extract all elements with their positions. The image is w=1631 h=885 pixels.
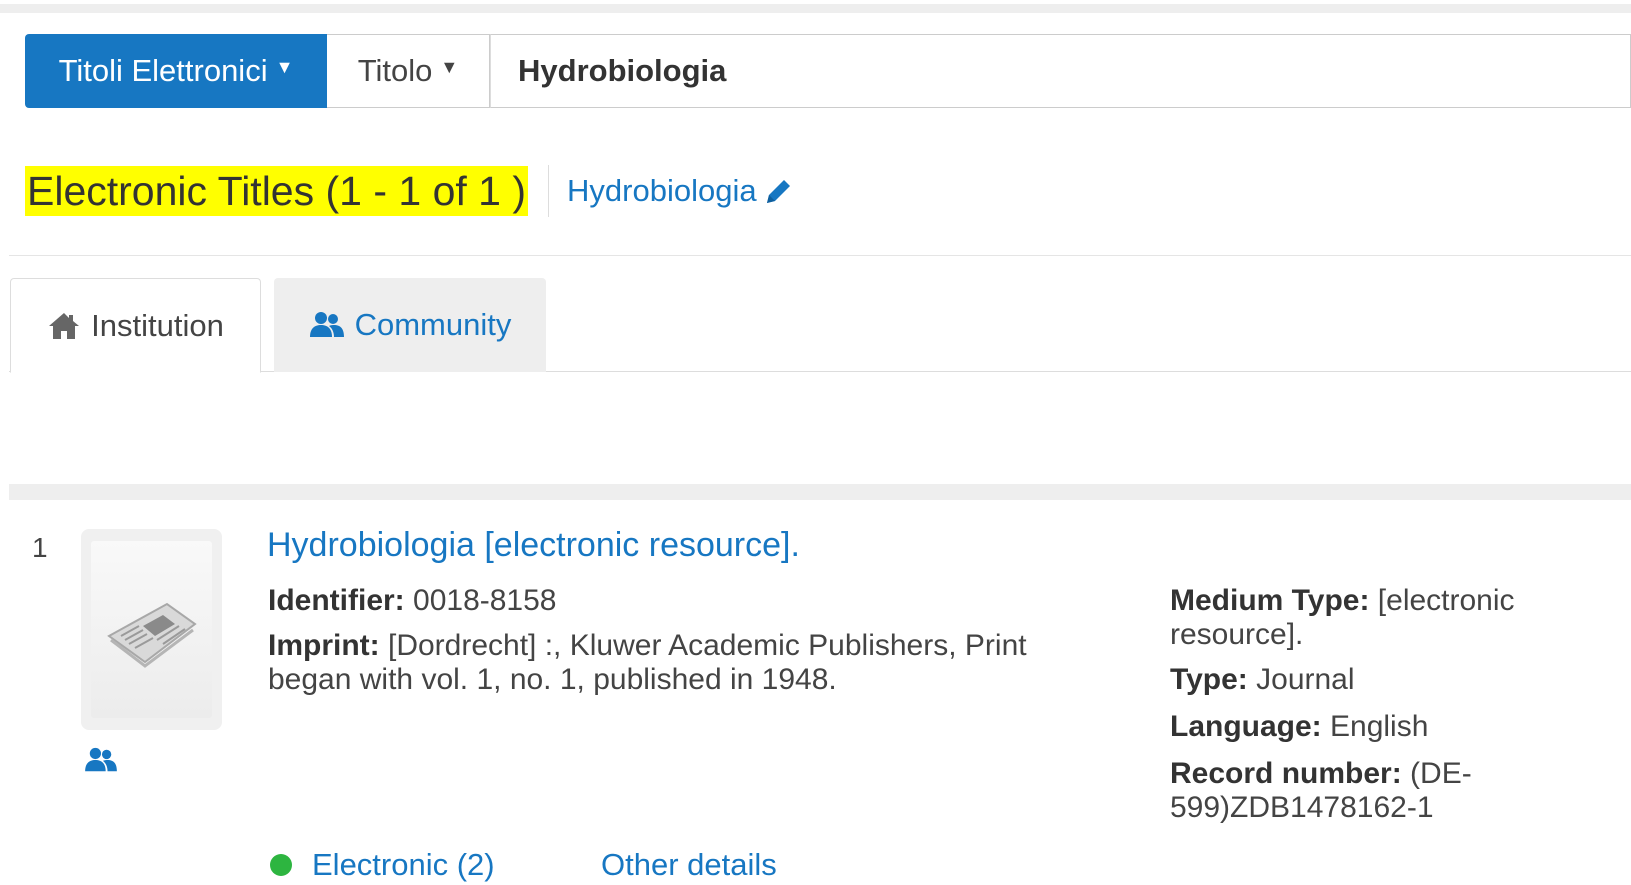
tab-community-label: Community (354, 307, 512, 342)
caret-down-icon: ▼ (275, 56, 294, 77)
search-input[interactable] (490, 34, 1631, 108)
electronic-availability-link[interactable]: Electronic (2) (312, 847, 495, 883)
record-number-label: Record number: (1170, 757, 1402, 790)
result-medium-type: Medium Type: [electronic resource]. (1170, 584, 1570, 652)
result-imprint: Imprint: [Dordrecht] :, Kluwer Academic … (268, 629, 1088, 697)
thumbnail-frame (91, 541, 212, 718)
results-title: Electronic Titles (1 - 1 of 1 ) (25, 166, 529, 216)
result-identifier: Identifier: 0018-8158 (268, 584, 1088, 618)
type-label: Type: (1170, 663, 1248, 696)
caret-down-icon: ▼ (440, 56, 459, 77)
header-divider (9, 255, 1631, 256)
availability: Electronic (2) (270, 847, 495, 883)
search-bar: Titoli Elettronici ▼ Titolo ▼ (25, 34, 1631, 108)
divider (548, 165, 550, 217)
medium-type-label: Medium Type: (1170, 584, 1370, 617)
search-scope-dropdown[interactable]: Titoli Elettronici ▼ (25, 34, 327, 108)
search-scope-label: Titoli Elettronici (58, 53, 268, 88)
tab-community[interactable]: Community (274, 278, 546, 372)
users-icon (309, 312, 344, 337)
tab-institution-label: Institution (91, 307, 224, 343)
result-rank: 1 (32, 532, 48, 563)
query-link-label: Hydrobiologia (567, 173, 757, 208)
language-label: Language: (1170, 710, 1322, 743)
top-border (0, 4, 1631, 13)
pencil-icon (766, 180, 790, 203)
result-language: Language: English (1170, 710, 1570, 744)
community-record-icon (85, 747, 117, 772)
imprint-label: Imprint: (268, 629, 380, 662)
type-value: Journal (1256, 663, 1355, 696)
tab-institution[interactable]: Institution (10, 278, 261, 373)
language-value: English (1330, 710, 1429, 743)
search-field-dropdown[interactable]: Titolo ▼ (327, 34, 490, 108)
newspaper-icon (107, 602, 197, 668)
result-record-number: Record number: (DE-599)ZDB1478162-1 (1170, 757, 1490, 825)
edit-query-link[interactable]: Hydrobiologia (567, 173, 795, 209)
result-thumbnail[interactable] (81, 529, 222, 730)
identifier-label: Identifier: (268, 584, 405, 617)
result-tabs: Institution Community (9, 278, 1631, 373)
results-separator (9, 484, 1631, 500)
result-type: Type: Journal (1170, 663, 1570, 697)
result-title-link[interactable]: Hydrobiologia [electronic resource]. (267, 526, 800, 565)
other-details-link[interactable]: Other details (601, 847, 777, 883)
identifier-value: 0018-8158 (413, 584, 557, 617)
search-field-label: Titolo (357, 53, 433, 88)
home-icon (49, 312, 80, 339)
results-header: Electronic Titles (1 - 1 of 1 ) Hydrobio… (25, 163, 795, 219)
available-status-icon (270, 854, 292, 876)
imprint-value: [Dordrecht] :, Kluwer Academic Publisher… (268, 629, 1027, 696)
